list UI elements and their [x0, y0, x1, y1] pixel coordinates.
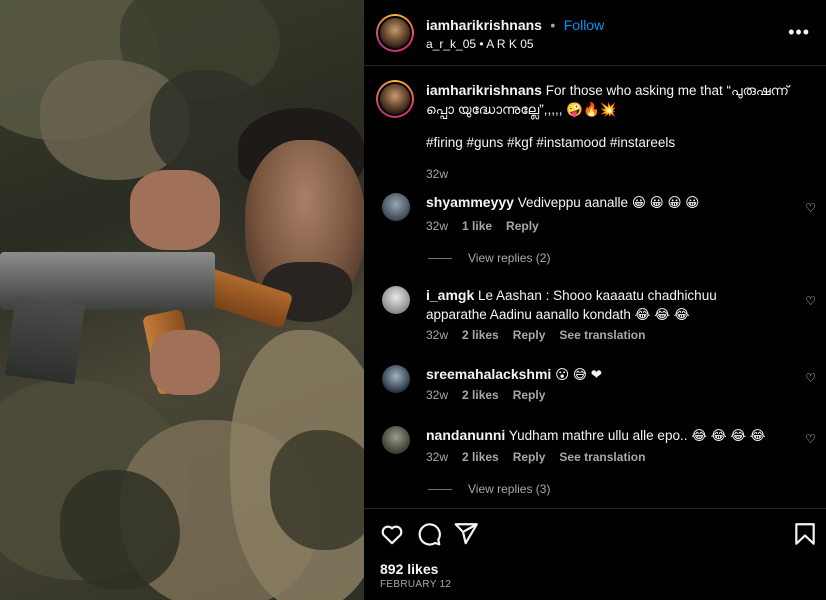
caption-time: 32w	[426, 167, 449, 181]
view-replies-label[interactable]: View replies (2)	[468, 251, 550, 265]
comment-like-heart-icon[interactable]: ♡	[805, 371, 816, 385]
commenter-avatar[interactable]	[382, 365, 410, 393]
comment-likes[interactable]: 1 like	[462, 219, 492, 233]
see-translation-button[interactable]: See translation	[559, 328, 645, 342]
see-translation-button[interactable]: See translation	[559, 450, 645, 464]
author-avatar[interactable]	[376, 14, 414, 52]
camo-patch	[270, 430, 364, 550]
divider-line	[428, 258, 452, 260]
comment-text: Yudham mathre ullu alle epo.. 😂 😂 😂 😂	[508, 428, 766, 443]
heart-icon[interactable]	[379, 521, 405, 547]
commenter-avatar[interactable]	[382, 426, 410, 454]
view-replies-button[interactable]: View replies (2)	[428, 251, 550, 265]
comment-likes[interactable]: 2 likes	[462, 328, 499, 342]
author-username[interactable]: iamharikrishnans	[426, 17, 542, 33]
comment-username[interactable]: nandanunni	[426, 427, 505, 443]
reply-button[interactable]: Reply	[513, 450, 546, 464]
action-bar: 892 likes FEBRUARY 12	[364, 508, 826, 600]
reply-button[interactable]: Reply	[513, 388, 546, 402]
comment-time: 32w	[426, 388, 449, 402]
comment-like-heart-icon[interactable]: ♡	[805, 432, 816, 446]
share-icon[interactable]	[453, 521, 479, 547]
comments-section[interactable]: iamharikrishnans For those who asking me…	[364, 67, 826, 507]
author-avatar[interactable]	[376, 80, 414, 118]
commenter-avatar[interactable]	[382, 193, 410, 221]
commenter-avatar[interactable]	[382, 286, 410, 314]
post-media[interactable]	[0, 0, 364, 600]
view-replies-button[interactable]: View replies (3)	[428, 482, 550, 496]
likes-count[interactable]: 892 likes	[380, 561, 438, 577]
comment-likes[interactable]: 2 likes	[462, 450, 499, 464]
comment-text: 😮 😅 ❤	[555, 367, 603, 382]
bookmark-icon[interactable]	[792, 521, 818, 547]
post-date: FEBRUARY 12	[380, 579, 452, 590]
caption-username[interactable]: iamharikrishnans	[426, 82, 542, 98]
audio-label[interactable]: a_r_k_05 • A R K 05	[426, 37, 534, 51]
comment-time: 32w	[426, 328, 449, 342]
post-header: iamharikrishnans • Follow a_r_k_05 • A R…	[364, 0, 826, 66]
comment-time: 32w	[426, 219, 449, 233]
camo-patch	[60, 470, 180, 590]
comment-username[interactable]: sreemahalackshmi	[426, 366, 551, 382]
comment-like-heart-icon[interactable]: ♡	[805, 201, 816, 215]
comment-time: 32w	[426, 450, 449, 464]
reply-button[interactable]: Reply	[513, 328, 546, 342]
comment-username[interactable]: shyammeyyy	[426, 194, 514, 210]
separator-dot: •	[550, 17, 556, 33]
comment-icon[interactable]	[416, 521, 442, 547]
more-icon[interactable]: •••	[788, 22, 810, 43]
post-details-panel: iamharikrishnans • Follow a_r_k_05 • A R…	[364, 0, 826, 600]
view-replies-label[interactable]: View replies (3)	[468, 482, 550, 496]
hand	[150, 330, 220, 395]
gun-magazine	[4, 295, 86, 385]
comment-username[interactable]: i_amgk	[426, 287, 474, 303]
comment-likes[interactable]: 2 likes	[462, 388, 499, 402]
reply-button[interactable]: Reply	[506, 219, 539, 233]
follow-button[interactable]: Follow	[564, 17, 604, 33]
divider-line	[428, 489, 452, 491]
caption-hashtags[interactable]: #firing #guns #kgf #instamood #instareel…	[426, 133, 675, 152]
hand	[130, 170, 220, 250]
comment-text: Vediveppu aanalle 😀 😀 😀 😀	[517, 195, 700, 210]
comment-like-heart-icon[interactable]: ♡	[805, 294, 816, 308]
